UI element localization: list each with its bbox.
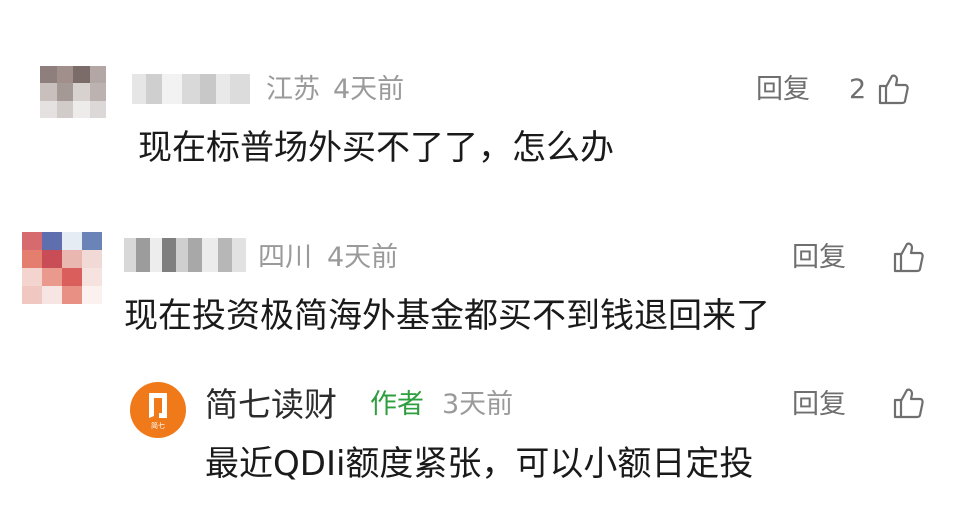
comment-time: 4天前 <box>327 242 399 273</box>
reply-text: 最近QDIi额度紧张，可以小额日定投 <box>205 444 754 484</box>
reply-button[interactable]: 回复 <box>792 385 846 425</box>
reply-button[interactable]: 回复 <box>756 70 810 110</box>
thumbs-up-icon[interactable] <box>891 386 925 420</box>
comment-region: 四川 <box>258 242 312 273</box>
avatar[interactable] <box>22 232 102 304</box>
thumbs-up-icon[interactable] <box>876 72 910 106</box>
avatar[interactable] <box>40 66 106 118</box>
username-blurred[interactable] <box>124 238 246 272</box>
reply-button[interactable]: 回复 <box>792 238 846 278</box>
comment-text: 现在投资极简海外基金都买不到钱退回来了 <box>124 296 770 336</box>
comment-region: 江苏 <box>266 74 320 105</box>
author-badge: 作者 <box>370 389 424 420</box>
logo-text: 简七 <box>151 421 165 430</box>
reply-time: 3天前 <box>442 389 514 420</box>
comment-time: 4天前 <box>333 74 405 105</box>
thumbs-up-icon[interactable] <box>891 240 925 274</box>
username-blurred[interactable] <box>132 74 250 104</box>
comment-text: 现在标普场外买不了了，怎么办 <box>138 128 614 168</box>
author-avatar[interactable]: 简七 <box>130 382 186 438</box>
author-name[interactable]: 简七读财 <box>205 383 337 427</box>
like-count: 2 <box>849 74 867 105</box>
brand-logo-icon: 简七 <box>149 393 167 430</box>
